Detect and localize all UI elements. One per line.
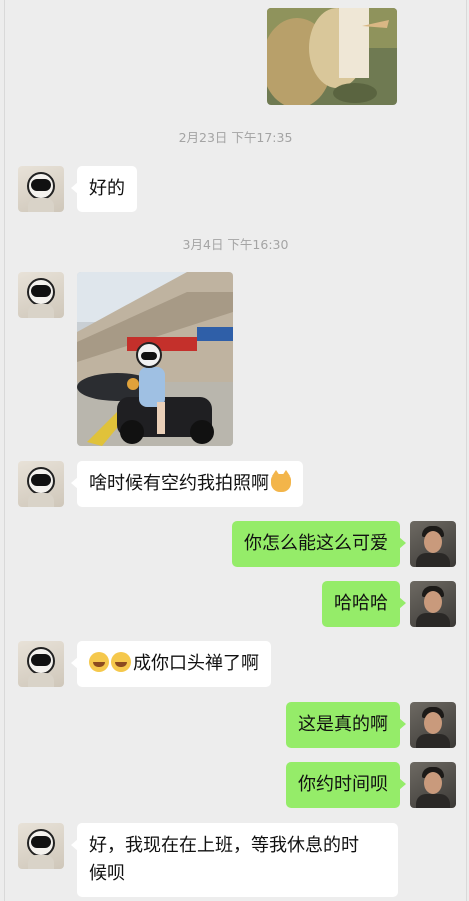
message-text: 好的 bbox=[89, 178, 125, 199]
contact-avatar[interactable] bbox=[18, 641, 64, 687]
contact-avatar[interactable] bbox=[18, 166, 64, 212]
user-avatar[interactable] bbox=[410, 702, 456, 748]
message-text: 你约时间呗 bbox=[298, 774, 388, 795]
message-text: 哈哈哈 bbox=[334, 593, 388, 614]
contact-avatar[interactable] bbox=[18, 272, 64, 318]
user-avatar[interactable] bbox=[410, 581, 456, 627]
chat-window: 2月23日 下午17:35 好的 3月4日 下午16:30 啥时候有空约我拍照啊… bbox=[4, 0, 467, 901]
message-text-line: 候呗 bbox=[89, 863, 125, 884]
photo-portrait-image bbox=[267, 8, 397, 105]
message-bubble-outgoing[interactable]: 这是真的啊 bbox=[286, 702, 406, 748]
message-text: 啥时候有空约我拍照啊 bbox=[89, 473, 269, 494]
tears-of-joy-emoji-icon bbox=[111, 652, 131, 672]
message-text: 成你口头禅了啊 bbox=[133, 653, 259, 674]
message-bubble-outgoing[interactable]: 你约时间呗 bbox=[286, 762, 406, 808]
tears-of-joy-emoji-icon bbox=[89, 652, 109, 672]
message-text: 你怎么能这么可爱 bbox=[244, 533, 388, 554]
message-bubble-incoming[interactable]: 好的 bbox=[71, 166, 137, 212]
user-avatar[interactable] bbox=[410, 762, 456, 808]
message-text: 这是真的啊 bbox=[298, 714, 388, 735]
message-text-line: 好，我现在在上班，等我休息的时 bbox=[89, 835, 359, 856]
timestamp: 3月4日 下午16:30 bbox=[182, 237, 289, 252]
message-bubble-outgoing[interactable]: 你怎么能这么可爱 bbox=[232, 521, 406, 567]
message-bubble-outgoing[interactable]: 哈哈哈 bbox=[322, 581, 406, 627]
message-bubble-incoming[interactable]: 好，我现在在上班，等我休息的时 候呗 bbox=[71, 823, 398, 897]
contact-avatar[interactable] bbox=[18, 823, 64, 869]
user-avatar[interactable] bbox=[410, 521, 456, 567]
message-bubble-incoming[interactable]: 成你口头禅了啊 bbox=[71, 641, 271, 687]
contact-avatar[interactable] bbox=[18, 461, 64, 507]
message-bubble-incoming[interactable]: 啥时候有空约我拍照啊 bbox=[71, 461, 303, 507]
chat-image-top[interactable] bbox=[267, 8, 397, 105]
timestamp: 2月23日 下午17:35 bbox=[178, 130, 293, 145]
chat-image-motorcycle[interactable] bbox=[77, 272, 233, 446]
cat-face-icon bbox=[271, 470, 291, 492]
photo-motorcycle-image bbox=[77, 272, 233, 446]
